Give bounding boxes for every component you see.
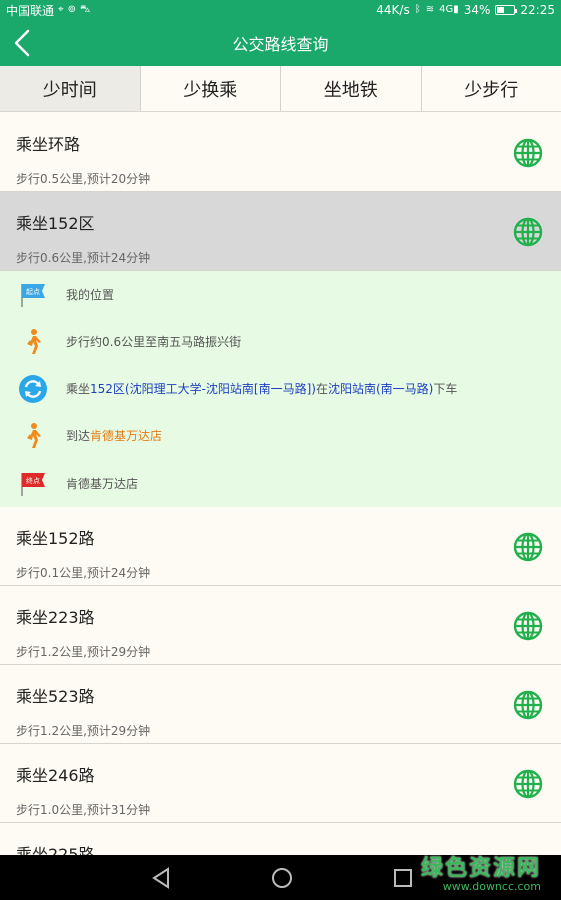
route-summary: 步行1.2公里,预计29分钟	[16, 645, 151, 659]
route-list: 乘坐环路 步行0.5公里,预计20分钟 乘坐152区 步行0.6公里,预计24分…	[0, 113, 561, 900]
location-icon: ⌖	[58, 4, 64, 15]
route-item[interactable]: 乘坐环路 步行0.5公里,预计20分钟	[0, 113, 561, 192]
watermark-title: 绿色资源网	[420, 856, 541, 881]
ride-mid: 在	[315, 382, 328, 396]
route-name: 乘坐523路	[16, 687, 95, 706]
detail-step-arrive: 到达肯德基万达店	[0, 412, 561, 459]
route-item[interactable]: 乘坐523路 步行1.2公里,预计29分钟	[0, 665, 561, 744]
transfer-cycle-icon	[18, 374, 48, 404]
start-flag-icon: 起点	[18, 280, 48, 310]
arrive-instruction: 到达肯德基万达店	[66, 427, 162, 444]
wifi-icon: ≋	[425, 4, 435, 15]
car-icon: ⛍	[80, 4, 91, 15]
route-item[interactable]: 乘坐152路 步行0.1公里,预计24分钟	[0, 507, 561, 586]
map-globe-icon[interactable]	[513, 690, 543, 720]
detail-step-ride: 乘坐152区(沈阳理工大学-沈阳站南[南一马路])在沈阳站南(南一马路)下车	[0, 365, 561, 412]
back-triangle-icon[interactable]	[148, 865, 174, 891]
tab-least-time[interactable]: 少时间	[0, 66, 141, 111]
back-arrow-icon[interactable]	[10, 27, 38, 59]
route-summary: 步行0.1公里,预计24分钟	[16, 566, 151, 580]
detail-step-walk: 步行约0.6公里至南五马路振兴街	[0, 318, 561, 365]
signal-type: 4G	[439, 4, 454, 15]
route-item-selected[interactable]: 乘坐152区 步行0.6公里,预计24分钟	[0, 192, 561, 271]
detail-step-end: 终点 肯德基万达店	[0, 460, 561, 507]
route-summary: 步行1.0公里,预计31分钟	[16, 803, 151, 817]
ride-prefix: 乘坐	[66, 382, 91, 396]
route-summary: 步行0.6公里,预计24分钟	[16, 251, 151, 265]
tab-subway[interactable]: 坐地铁	[281, 66, 422, 111]
ride-line[interactable]: 152区(沈阳理工大学-沈阳站南[南一马路])	[90, 382, 316, 396]
walking-person-icon	[18, 421, 48, 451]
arrive-prefix: 到达	[66, 429, 91, 443]
tab-least-transfer[interactable]: 少换乘	[141, 66, 281, 111]
map-globe-icon[interactable]	[513, 217, 543, 247]
map-globe-icon[interactable]	[513, 532, 543, 562]
ride-instruction: 乘坐152区(沈阳理工大学-沈阳站南[南一马路])在沈阳站南(南一马路)下车	[66, 380, 457, 397]
route-item[interactable]: 乘坐223路 步行1.2公里,预计29分钟	[0, 586, 561, 665]
arrive-place[interactable]: 肯德基万达店	[90, 429, 162, 443]
app-bar: 公交路线查询	[0, 20, 561, 66]
route-detail-panel: 起点 我的位置 步行约0.6公里至南五马路振兴街 乘坐152区(沈阳理工大学-沈…	[0, 271, 561, 507]
recents-square-icon[interactable]	[390, 865, 416, 891]
route-summary: 步行1.2公里,预计29分钟	[16, 724, 151, 738]
map-globe-icon[interactable]	[513, 611, 543, 641]
ride-suffix: 下车	[433, 382, 458, 396]
map-globe-icon[interactable]	[513, 769, 543, 799]
route-item[interactable]: 乘坐246路 步行1.0公里,预计31分钟	[0, 744, 561, 823]
route-name: 乘坐环路	[16, 135, 81, 154]
end-flag-text: 终点	[26, 476, 40, 485]
tab-least-walking[interactable]: 少步行	[422, 66, 561, 111]
network-speed: 44K/s	[376, 3, 410, 17]
walking-person-icon	[18, 327, 48, 357]
start-location[interactable]: 我的位置	[66, 286, 114, 303]
route-name: 乘坐152区	[16, 214, 95, 233]
carrier-label: 中国联通	[6, 3, 55, 18]
route-name: 乘坐223路	[16, 608, 95, 627]
home-circle-icon[interactable]	[269, 865, 295, 891]
route-name: 乘坐152路	[16, 529, 95, 548]
battery-percent: 34%	[463, 3, 491, 17]
start-flag-text: 起点	[26, 288, 40, 296]
status-bar: 中国联通 ⌖ ⊚ ⛍ 44K/s ᛒ ≋ 4G▮ 34% 22:25	[0, 0, 561, 20]
route-name: 乘坐246路	[16, 766, 95, 785]
page-title: 公交路线查询	[232, 35, 329, 54]
route-option-tabs: 少时间 少换乘 坐地铁 少步行	[0, 66, 561, 112]
watermark: 绿色资源网 www.downcc.com	[421, 850, 541, 893]
signal-icon: 4G▮	[439, 4, 459, 15]
end-flag-icon: 终点	[18, 469, 48, 499]
ride-stop[interactable]: 沈阳站南(南一马路)	[328, 382, 433, 396]
map-globe-icon[interactable]	[513, 138, 543, 168]
bluetooth-icon: ᛒ	[414, 4, 421, 15]
detail-step-start: 起点 我的位置	[0, 271, 561, 318]
route-summary: 步行0.5公里,预计20分钟	[16, 172, 151, 186]
notification-icon: ⊚	[67, 4, 77, 15]
clock: 22:25	[520, 3, 555, 17]
battery-icon	[495, 5, 518, 15]
walk-instruction: 步行约0.6公里至南五马路振兴街	[66, 335, 242, 349]
end-location[interactable]: 肯德基万达店	[66, 475, 138, 492]
